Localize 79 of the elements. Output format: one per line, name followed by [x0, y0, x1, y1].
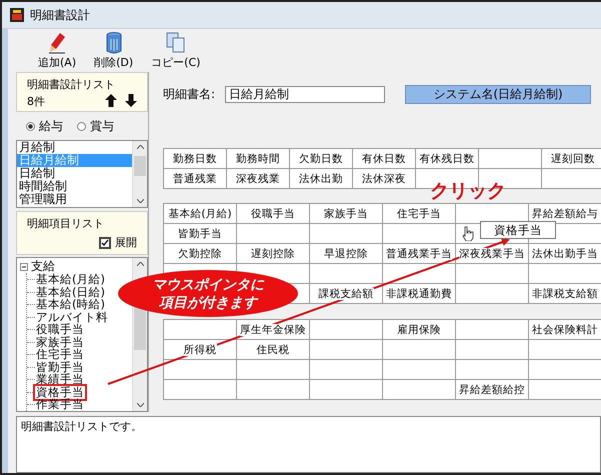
tree-item[interactable]: 皆勤手当: [35, 360, 85, 374]
expand-checkbox[interactable]: 展開: [99, 235, 137, 250]
hand-cursor-icon: [462, 226, 474, 241]
tree-item[interactable]: 業績手当: [35, 373, 85, 386]
scroll-down-icon[interactable]: [136, 199, 144, 204]
table-cell: 勤務時間: [236, 152, 280, 165]
window-title: 明細書設計: [30, 6, 90, 24]
collapse-icon[interactable]: [20, 262, 28, 271]
table-cell: 普通残業: [173, 172, 217, 185]
table-cell: 課税支給額: [318, 288, 374, 300]
table-cell: 基本給(月給): [168, 208, 232, 220]
list-item[interactable]: 日給制: [17, 167, 132, 180]
add-button[interactable]: 追加(A): [36, 32, 78, 70]
app-icon: [10, 8, 24, 22]
table-cell: 家族手当: [324, 208, 368, 220]
table-cell: 厚生年金保険: [240, 324, 306, 336]
table-cell: 早退控除: [324, 248, 368, 260]
tree-item[interactable]: 支給: [30, 260, 56, 274]
field-label: 明細書名:: [163, 86, 216, 103]
dragged-item-label: 資格手当: [480, 221, 556, 239]
callout-text: マウスポインタに: [152, 276, 264, 294]
panel-title: 明細書設計リスト: [27, 77, 116, 92]
table-cell: 昇給差額給与: [532, 208, 598, 220]
list-item[interactable]: 時間給制: [17, 180, 132, 194]
tree-item[interactable]: 資格手当: [35, 386, 85, 399]
table-cell: 有休残日数: [420, 152, 474, 165]
tree-item[interactable]: 家族手当: [35, 336, 85, 349]
scrollbar[interactable]: [132, 141, 147, 208]
up-arrow-icon[interactable]: [105, 94, 117, 108]
tree-item[interactable]: 基本給(月給): [35, 273, 106, 286]
copy-button[interactable]: コピー(C): [149, 32, 202, 70]
scroll-thumb[interactable]: [134, 156, 146, 176]
tree-item[interactable]: 住宅手当: [35, 348, 85, 362]
table-cell: 非課税通勤費: [386, 288, 452, 300]
panel-title: 明細項目リスト: [27, 216, 105, 232]
table-cell: 社会保険料計: [532, 324, 598, 336]
pencil-icon: [48, 32, 66, 54]
table-cell: 法休出勤手当: [532, 248, 598, 260]
table-cell: 欠勤日数: [299, 152, 343, 165]
tree-item[interactable]: アルバイト料: [35, 310, 109, 324]
tree-item[interactable]: 作業手当: [35, 398, 85, 411]
table-cell: 深夜残業: [236, 172, 280, 185]
list-item[interactable]: 管理職用: [17, 193, 132, 206]
name-input-field[interactable]: 日給月給制: [225, 86, 385, 103]
callout-text: 項目が付きます: [159, 294, 257, 312]
table-cell: 遅刻回数: [551, 152, 595, 165]
trash-can-icon: [106, 32, 122, 54]
tree-item[interactable]: 基本給(時給): [35, 298, 106, 312]
table-cell: 昇給差額給控: [459, 384, 525, 396]
table-cell: 遅刻控除: [251, 248, 295, 260]
table-cell: 住民税: [256, 344, 290, 356]
delete-button[interactable]: 削除(D): [92, 32, 136, 70]
tree-item[interactable]: 役職手当: [35, 323, 85, 336]
table-cell: 勤務日数: [173, 152, 217, 165]
down-arrow-icon[interactable]: [125, 94, 137, 108]
table-cell: 有休日数: [362, 152, 406, 165]
scroll-up-icon[interactable]: [136, 145, 144, 150]
description-box: 明細書設計リストです。: [16, 416, 601, 473]
tree-item[interactable]: 基本給(日給): [35, 286, 106, 299]
table-cell: 法休深夜: [362, 172, 406, 185]
radio-option[interactable]: 賞与: [77, 118, 114, 135]
scroll-down-icon[interactable]: [136, 402, 144, 407]
table-cell: 非課税支給額: [532, 288, 598, 300]
radio-option[interactable]: 給与: [26, 118, 63, 135]
table-cell: 深夜残業手当: [459, 248, 525, 260]
item-count: 8件: [27, 94, 46, 110]
table-cell: 普通残業手当: [386, 248, 452, 260]
table-cell: 住宅手当: [397, 208, 441, 220]
scroll-up-icon[interactable]: [136, 262, 144, 266]
table-cell: 雇用保険: [397, 324, 441, 336]
list-item[interactable]: 月給制: [17, 141, 132, 154]
table-cell: 皆勤手当: [178, 228, 222, 240]
table-cell: 法休出勤: [299, 172, 343, 185]
system-name-box: システム名(日給月給制): [405, 84, 591, 104]
table-cell: 所得税: [184, 344, 216, 356]
table-cell: 欠勤控除: [178, 248, 222, 260]
copy-pages-icon: [166, 32, 186, 54]
annotation-text: クリック: [430, 179, 506, 204]
table-cell: 役職手当: [251, 208, 295, 220]
